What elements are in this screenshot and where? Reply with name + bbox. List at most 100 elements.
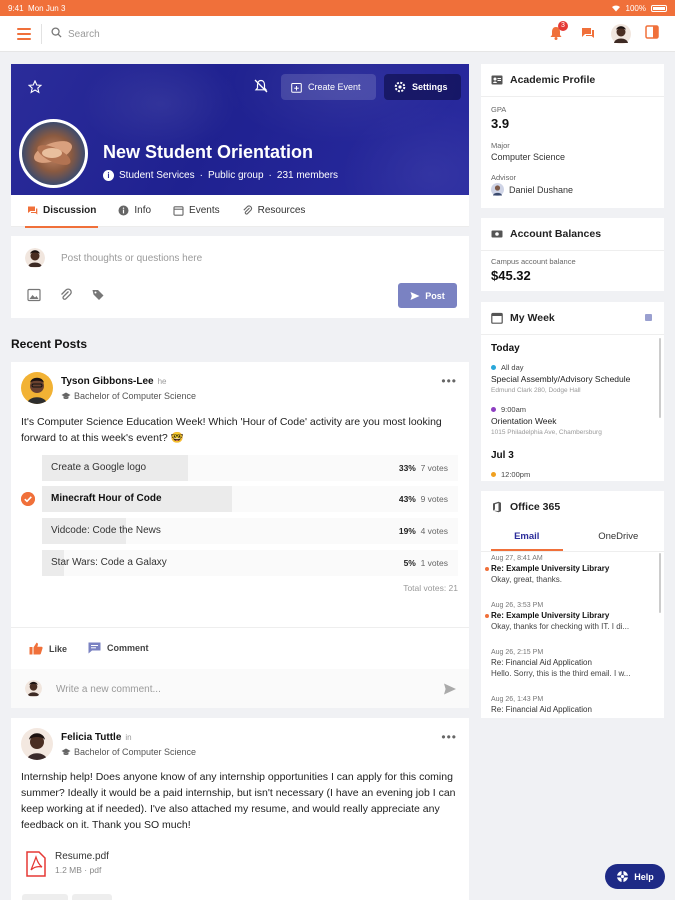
author-name[interactable]: Felicia Tuttle — [61, 732, 121, 743]
sidebar-panel-icon — [645, 25, 659, 39]
help-button[interactable]: Help — [605, 864, 665, 889]
gpa-value: 3.9 — [491, 116, 510, 131]
poll-option-selected[interactable]: Minecraft Hour of Code 43% 9 votes — [21, 486, 458, 512]
post-button[interactable]: Post — [398, 283, 457, 308]
author-pronoun: he — [157, 377, 167, 386]
event-title[interactable]: Orientation Week — [491, 416, 557, 426]
poll-option[interactable]: Vidcode: Code the News 19% 4 votes — [42, 518, 458, 544]
discussion-icon — [28, 206, 38, 215]
post-composer: Post — [11, 236, 469, 318]
tab-events[interactable]: Events — [173, 195, 220, 227]
author-program-row: Bachelor of Computer Science — [61, 391, 196, 401]
more-options-icon[interactable]: ••• — [441, 730, 457, 744]
email-subject: Re: Financial Aid Application — [491, 658, 592, 667]
info-circle-icon — [118, 205, 129, 216]
email-preview: Hello. Sorry, this is the third email. I… — [491, 669, 631, 678]
poll-option[interactable]: Create a Google logo 33% 7 votes — [42, 455, 458, 481]
attachment-info: Resume.pdf 1.2 MB · pdf — [55, 851, 109, 875]
post-button-label: Post — [425, 290, 445, 301]
email-item[interactable]: Aug 26, 1:43 PM Re: Financial Aid Applic… — [491, 696, 656, 714]
user-avatar[interactable] — [611, 24, 631, 44]
settings-button[interactable]: Settings — [384, 74, 461, 100]
send-comment-icon[interactable] — [443, 682, 457, 696]
unread-indicator — [485, 614, 489, 618]
email-item[interactable]: Aug 26, 2:15 PM Re: Financial Aid Applic… — [491, 649, 656, 678]
thumbs-up-icon — [29, 642, 43, 655]
event-time: 9:00am — [491, 405, 526, 414]
advisor-name[interactable]: Daniel Dushane — [509, 185, 573, 195]
email-item[interactable]: Aug 26, 3:53 PM Re: Example University L… — [485, 602, 656, 631]
author-avatar[interactable] — [21, 728, 53, 760]
tab-discussion[interactable]: Discussion — [24, 195, 99, 228]
group-members[interactable]: 231 members — [277, 170, 338, 181]
more-options-icon[interactable]: ••• — [441, 374, 457, 388]
poll-option[interactable]: Star Wars: Code a Galaxy 5% 1 votes — [42, 550, 458, 576]
card-title: Academic Profile — [510, 74, 596, 86]
office365-card: Office 365 Email OneDrive Aug 27, 8:41 A… — [481, 491, 664, 718]
my-week-card: My Week Today All day Special Assembly/A… — [481, 302, 664, 481]
tab-resources[interactable]: Resources — [242, 195, 305, 227]
divider — [11, 627, 469, 628]
card-title: My Week — [510, 312, 555, 324]
mute-notifications-icon[interactable] — [253, 78, 269, 94]
attachment-meta: 1.2 MB · pdf — [55, 865, 102, 875]
attachment[interactable]: Resume.pdf 1.2 MB · pdf — [25, 851, 109, 877]
email-item[interactable]: Aug 27, 8:41 AM Re: Example University L… — [485, 555, 656, 584]
email-preview: Okay, thanks for checking with IT. I di.… — [491, 622, 630, 631]
major-value: Computer Science — [491, 152, 566, 162]
tab-email[interactable]: Email — [481, 525, 573, 551]
group-meta: i Student Services · Public group · 231 … — [103, 170, 338, 181]
expand-icon[interactable] — [645, 314, 652, 321]
reaction-chip[interactable] — [22, 894, 68, 900]
unread-indicator — [485, 567, 489, 571]
messages-button[interactable] — [580, 25, 598, 43]
tab-label: Info — [134, 205, 152, 216]
author-name[interactable]: Tyson Gibbons-Lee — [61, 376, 154, 387]
attachment-icon[interactable] — [59, 288, 73, 302]
meta-separator: · — [268, 170, 272, 181]
divider — [481, 250, 664, 251]
event-location: 1015 Philadelphia Ave, Chambersburg — [491, 429, 602, 436]
balance-amount: $45.32 — [491, 268, 531, 283]
scrollbar[interactable] — [659, 338, 661, 418]
group-logo-image — [22, 122, 85, 185]
week-day: Jul 3 — [491, 450, 514, 461]
reaction-chip[interactable] — [72, 894, 112, 900]
academic-profile-card: Academic Profile GPA 3.9 Major Computer … — [481, 64, 664, 208]
commenter-avatar — [25, 680, 42, 697]
info-icon: i — [103, 170, 114, 181]
divider — [481, 334, 664, 335]
email-subject-text: Re: Example University Library — [491, 564, 610, 573]
create-event-label: Create Event — [308, 82, 361, 92]
calendar-icon — [491, 312, 503, 324]
author-program: Bachelor of Computer Science — [74, 747, 197, 757]
search-input[interactable] — [68, 25, 368, 43]
event-title[interactable]: Special Assembly/Advisory Schedule — [491, 374, 630, 384]
like-button[interactable]: Like — [29, 642, 67, 655]
star-icon[interactable] — [28, 80, 42, 94]
event-time-text: 12:00pm — [501, 470, 531, 479]
notifications-button[interactable]: 3 — [548, 21, 568, 43]
tab-info[interactable]: Info — [118, 195, 151, 227]
author-avatar[interactable] — [21, 372, 53, 404]
comment-button[interactable]: Comment — [88, 642, 149, 654]
menu-icon[interactable] — [17, 28, 31, 40]
image-icon[interactable] — [27, 288, 41, 302]
create-event-button[interactable]: Create Event — [281, 74, 376, 100]
tab-onedrive[interactable]: OneDrive — [573, 525, 665, 551]
divider — [481, 551, 664, 552]
poll-option-label: Create a Google logo — [51, 462, 147, 473]
scrollbar[interactable] — [659, 553, 661, 613]
panel-toggle-button[interactable] — [645, 25, 663, 43]
comment-icon — [88, 642, 101, 654]
calendar-plus-icon — [291, 82, 302, 93]
group-visibility: Public group — [207, 170, 264, 181]
post-input[interactable] — [61, 250, 441, 266]
check-circle-icon — [21, 492, 35, 506]
battery-percent: 100% — [625, 3, 646, 13]
advisor-label: Advisor — [491, 173, 517, 182]
event-location: Edmund Clark 280, Dodge Hall — [491, 387, 581, 394]
comment-input[interactable] — [56, 681, 406, 697]
poll-percent: 5% — [403, 558, 416, 568]
tag-icon[interactable] — [91, 288, 105, 302]
